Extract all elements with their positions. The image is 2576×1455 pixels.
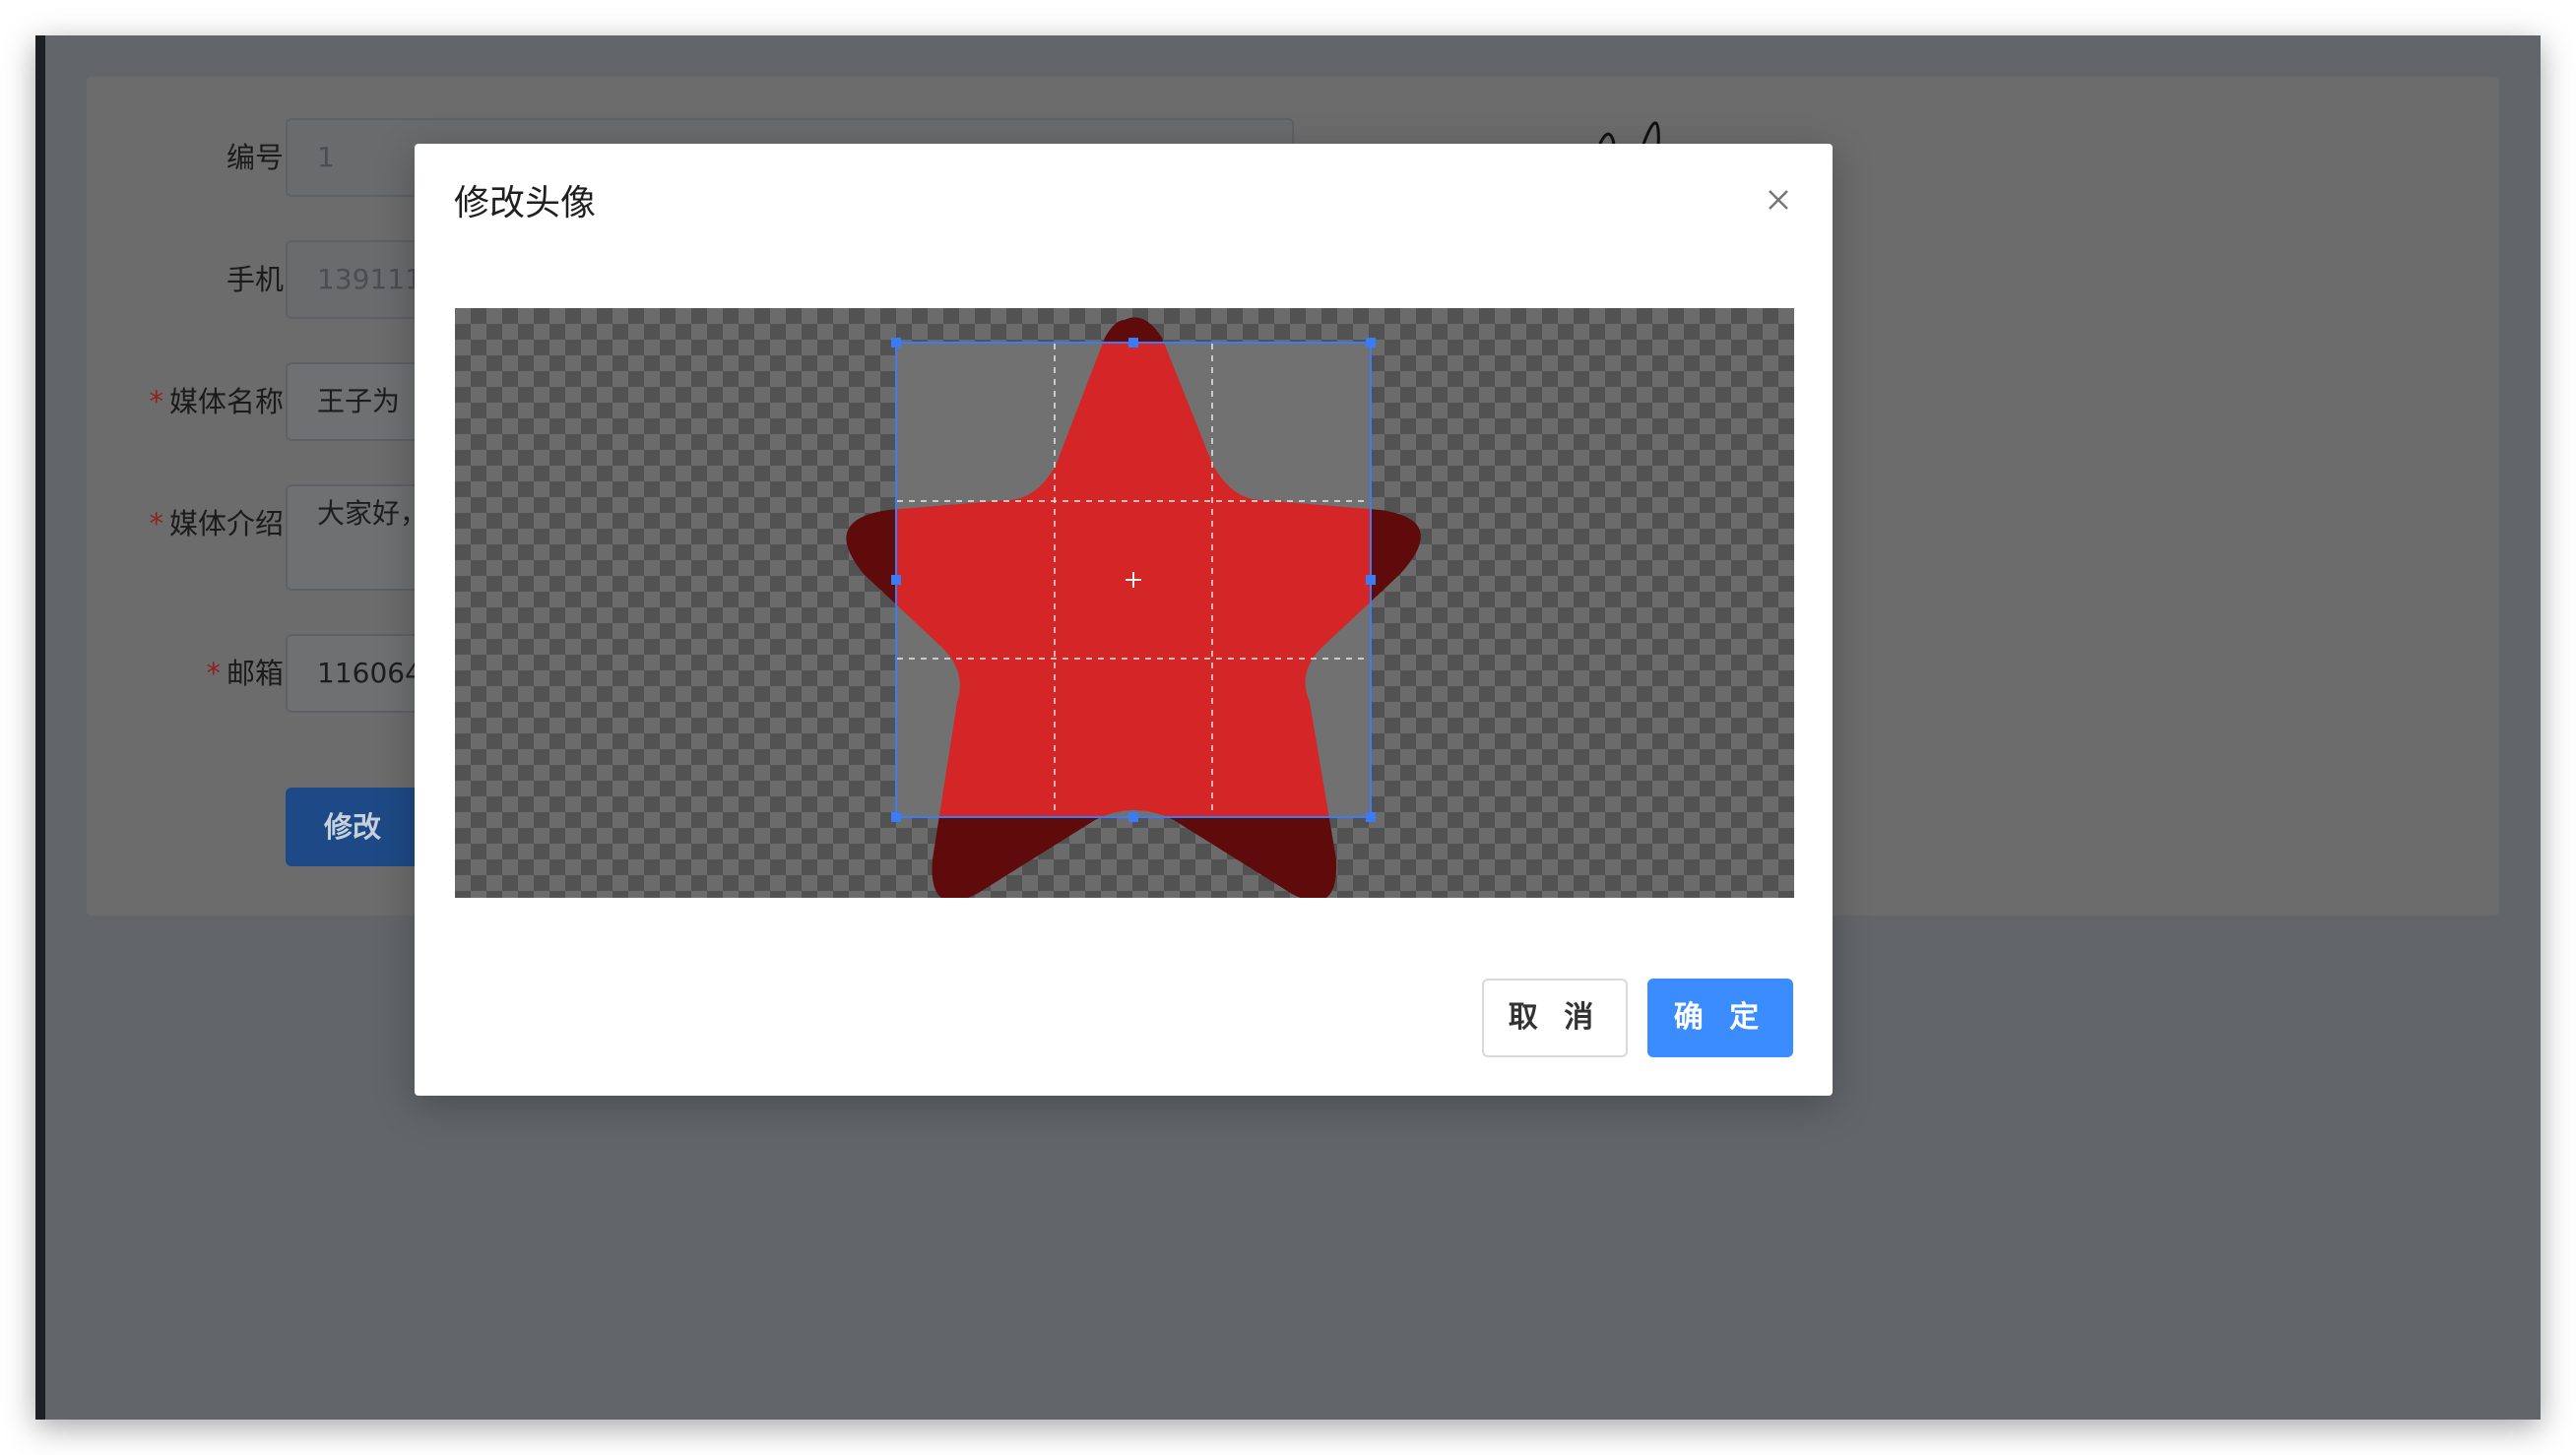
cancel-button[interactable]: 取 消 <box>1482 979 1628 1057</box>
media-name-label-text: 媒体名称 <box>168 385 284 418</box>
dialog-title: 修改头像 <box>454 183 597 223</box>
form-row-phone: 手机 <box>87 240 284 319</box>
crop-handle-bottom-left[interactable] <box>891 812 901 822</box>
email-label: * 邮箱 <box>106 634 284 713</box>
required-mark: * <box>149 385 163 418</box>
confirm-button[interactable]: 确 定 <box>1647 979 1793 1057</box>
crop-handle-left[interactable] <box>891 575 901 585</box>
form-row-id: 编号 <box>87 118 284 197</box>
crop-box[interactable] <box>891 338 1376 822</box>
id-label-text: 编号 <box>225 141 284 174</box>
phone-label: 手机 <box>106 240 284 319</box>
email-label-text: 邮箱 <box>225 657 284 690</box>
phone-label-text: 手机 <box>225 263 284 296</box>
crop-handle-bottom-right[interactable] <box>1366 812 1376 822</box>
crop-handle-top-right[interactable] <box>1366 338 1376 348</box>
required-mark: * <box>149 507 163 540</box>
form-row-media-intro: * 媒体介绍 <box>87 484 284 563</box>
required-mark: * <box>206 657 221 690</box>
crop-handle-right[interactable] <box>1366 575 1376 585</box>
crosshair-icon <box>1126 572 1141 588</box>
edit-avatar-dialog: 修改头像 取 消 确 定 <box>415 144 1833 1096</box>
crop-handle-top-left[interactable] <box>891 338 901 348</box>
media-intro-label-text: 媒体介绍 <box>168 507 284 540</box>
form-row-email: * 邮箱 <box>87 634 284 713</box>
window-edge <box>35 35 45 1420</box>
form-row-media-name: * 媒体名称 <box>87 362 284 441</box>
avatar-cropper[interactable] <box>455 308 1794 898</box>
submit-button[interactable]: 修改 <box>286 788 419 866</box>
crop-handle-top[interactable] <box>1128 338 1138 348</box>
media-name-label: * 媒体名称 <box>106 362 284 441</box>
id-label: 编号 <box>106 118 284 197</box>
crop-handle-bottom[interactable] <box>1128 812 1138 822</box>
media-intro-label: * 媒体介绍 <box>106 484 284 563</box>
close-icon[interactable] <box>1764 185 1793 215</box>
